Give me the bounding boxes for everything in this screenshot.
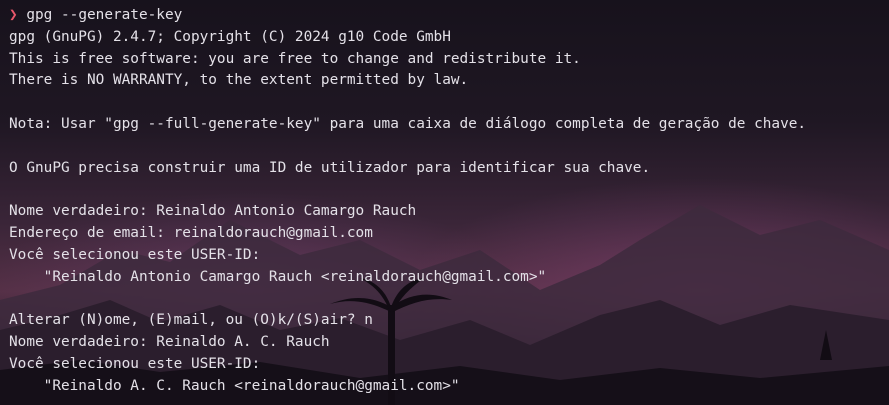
output-line: "Reinaldo Antonio Camargo Rauch <reinald… bbox=[9, 268, 547, 285]
output-line: gpg (GnuPG) 2.4.7; Copyright (C) 2024 g1… bbox=[9, 28, 451, 45]
output-line: Você selecionou este USER-ID: bbox=[9, 355, 261, 372]
prompt-arrow-icon: ❯ bbox=[9, 7, 18, 23]
output-line: Nota: Usar "gpg --full-generate-key" par… bbox=[9, 115, 807, 132]
output-line: Endereço de email: reinaldorauch@gmail.c… bbox=[9, 224, 373, 241]
output-line: Alterar (N)ome, (E)mail, ou (O)k/(S)air?… bbox=[9, 312, 373, 329]
output-line: O GnuPG precisa construir uma ID de util… bbox=[9, 159, 651, 176]
terminal-output: ❯ gpg --generate-key gpg (GnuPG) 2.4.7; … bbox=[9, 5, 806, 397]
output-line: Nome verdadeiro: Reinaldo A. C. Rauch bbox=[9, 333, 330, 350]
output-line: This is free software: you are free to c… bbox=[9, 50, 581, 67]
command-text: gpg --generate-key bbox=[26, 7, 183, 23]
output-line: There is NO WARRANTY, to the extent perm… bbox=[9, 72, 469, 89]
prompt-line: ❯ gpg --generate-key bbox=[9, 5, 806, 27]
output-line: Nome verdadeiro: Reinaldo Antonio Camarg… bbox=[9, 203, 417, 220]
output-line: "Reinaldo A. C. Rauch <reinaldorauch@gma… bbox=[9, 377, 460, 394]
output-line: Você selecionou este USER-ID: bbox=[9, 246, 261, 263]
terminal-window[interactable]: ❯ gpg --generate-key gpg (GnuPG) 2.4.7; … bbox=[0, 0, 889, 405]
